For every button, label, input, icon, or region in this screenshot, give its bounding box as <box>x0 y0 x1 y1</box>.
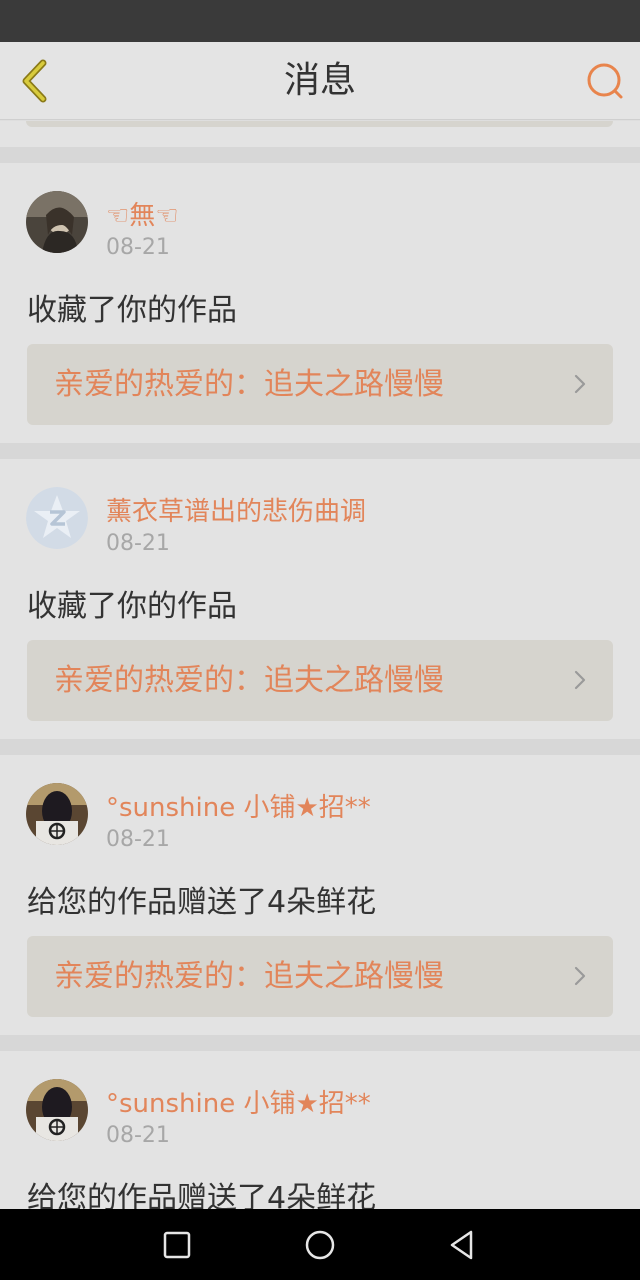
recents-button[interactable] <box>155 1223 199 1267</box>
back-nav-button[interactable] <box>440 1223 484 1267</box>
status-bar <box>0 0 640 42</box>
chevron-right-icon <box>574 670 586 690</box>
square-icon <box>163 1231 191 1259</box>
circle-icon <box>305 1230 335 1260</box>
work-title: 亲爱的热爱的：追夫之路慢慢 <box>54 959 444 994</box>
previous-card <box>0 121 640 147</box>
top-bar: 消息 <box>0 42 640 120</box>
username[interactable]: °sunshine 小铺★招** <box>106 1083 371 1120</box>
work-link[interactable]: 亲爱的热爱的：追夫之路慢慢 <box>27 936 613 1017</box>
home-button[interactable] <box>298 1223 342 1267</box>
message-card: 薰衣草谱出的悲伤曲调 08-21 收藏了你的作品 亲爱的热爱的：追夫之路慢慢 <box>0 459 640 739</box>
page-title: 消息 <box>283 60 356 101</box>
message-card: °sunshine 小铺★招** 08-21 给您的作品赠送了4朵鲜花 <box>0 1051 640 1209</box>
avatar[interactable] <box>26 1079 88 1141</box>
username[interactable]: °sunshine 小铺★招** <box>106 787 371 824</box>
message-date: 08-21 <box>106 531 170 556</box>
work-title: 亲爱的热爱的：追夫之路慢慢 <box>54 663 444 698</box>
search-icon <box>587 63 623 99</box>
message-date: 08-21 <box>106 1123 170 1148</box>
system-nav-bar <box>0 1209 640 1280</box>
triangle-back-icon <box>450 1230 473 1260</box>
message-list[interactable]: ☜無☜ 08-21 收藏了你的作品 亲爱的热爱的：追夫之路慢慢 薰衣草谱出的悲伤… <box>0 121 640 1209</box>
message-card: ☜無☜ 08-21 收藏了你的作品 亲爱的热爱的：追夫之路慢慢 <box>0 163 640 443</box>
avatar[interactable] <box>26 783 88 845</box>
message-action: 给您的作品赠送了4朵鲜花 <box>27 1181 377 1209</box>
message-action: 收藏了你的作品 <box>27 589 237 624</box>
message-date: 08-21 <box>106 235 170 260</box>
work-title: 亲爱的热爱的：追夫之路慢慢 <box>54 367 444 402</box>
username[interactable]: 薰衣草谱出的悲伤曲调 <box>106 491 366 528</box>
avatar[interactable] <box>26 191 88 253</box>
work-link[interactable]: 亲爱的热爱的：追夫之路慢慢 <box>27 344 613 425</box>
search-button[interactable] <box>584 60 626 102</box>
message-action: 收藏了你的作品 <box>27 293 237 328</box>
avatar[interactable] <box>26 487 88 549</box>
message-card: °sunshine 小铺★招** 08-21 给您的作品赠送了4朵鲜花 亲爱的热… <box>0 755 640 1035</box>
chevron-right-icon <box>574 966 586 986</box>
username[interactable]: ☜無☜ <box>106 195 179 232</box>
chevron-right-icon <box>574 374 586 394</box>
work-link[interactable]: 亲爱的热爱的：追夫之路慢慢 <box>27 640 613 721</box>
message-date: 08-21 <box>106 827 170 852</box>
message-action: 给您的作品赠送了4朵鲜花 <box>27 885 377 920</box>
